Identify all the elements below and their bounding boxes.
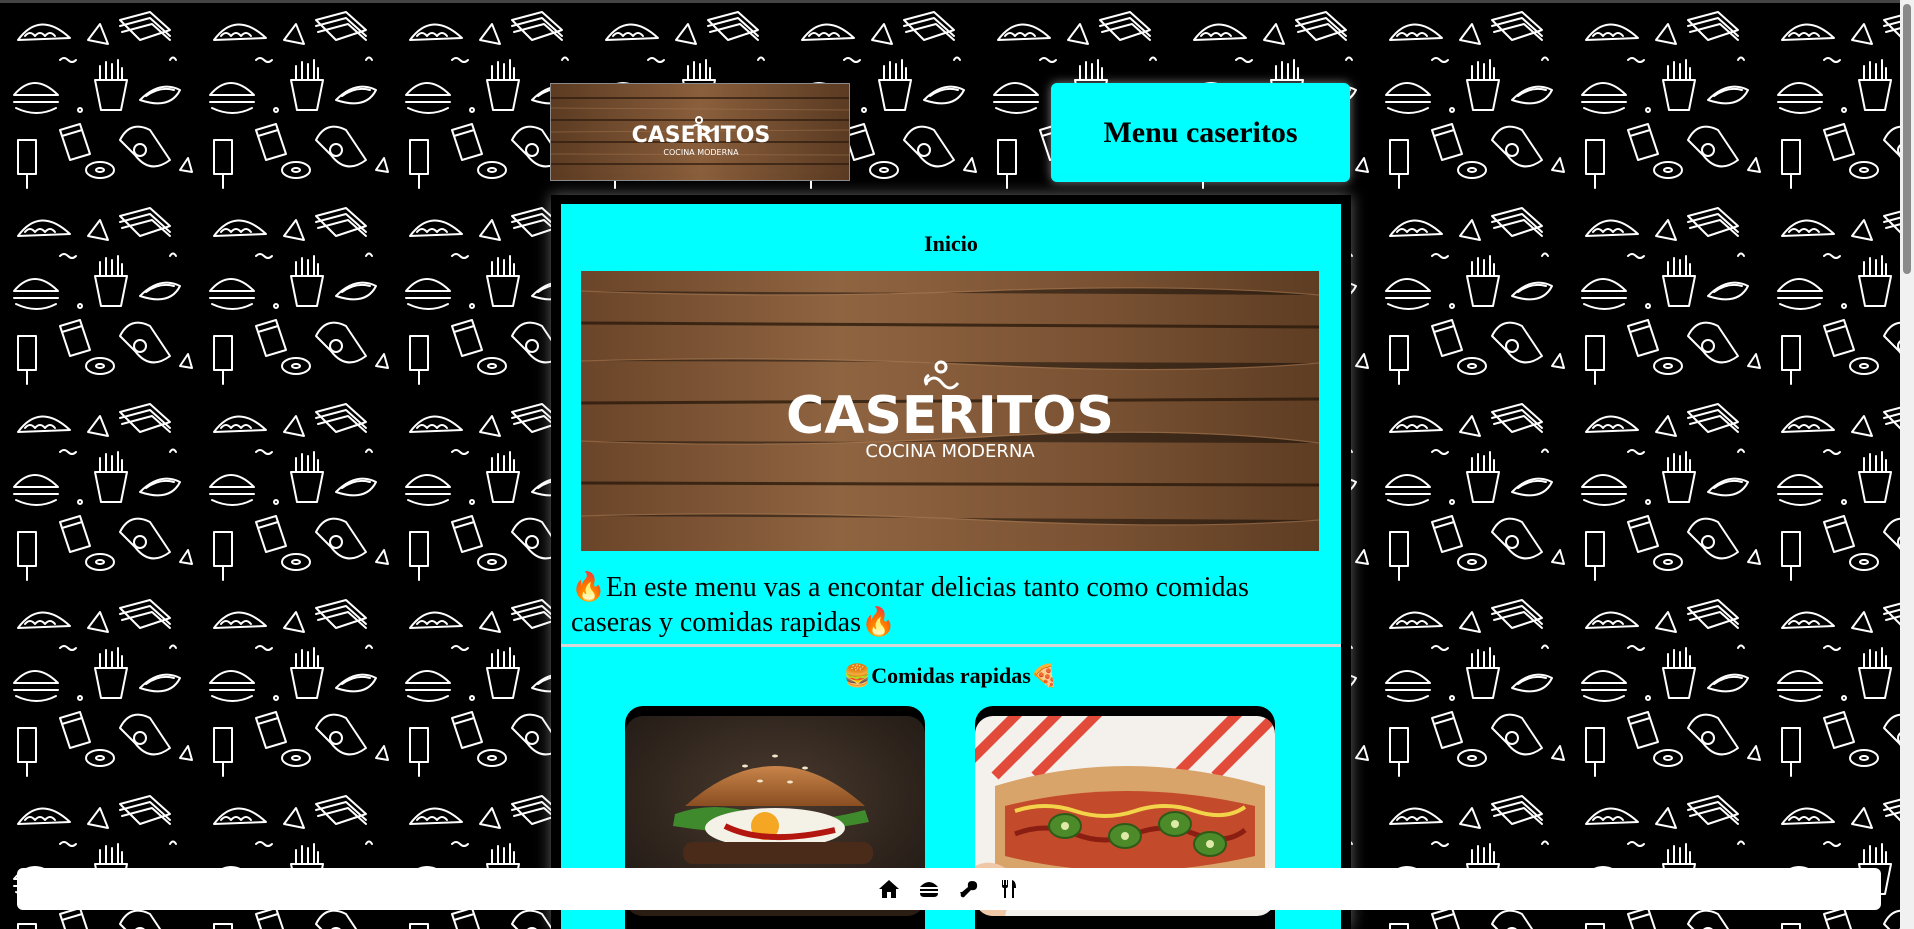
inicio-section: Inicio CASERITOS COCINA MODERNA 🔥En este… xyxy=(561,204,1341,644)
inicio-description: 🔥En este menu vas a encontar delicias ta… xyxy=(571,572,1249,638)
home-icon[interactable] xyxy=(874,874,904,904)
banner-brand-text: CASERITOS xyxy=(786,386,1114,446)
scrollbar-thumb[interactable] xyxy=(1903,4,1911,274)
header-title-box: Menu caseritos xyxy=(1051,83,1350,182)
header-logo[interactable]: CASERITOS COCINA MODERNA xyxy=(550,83,850,181)
logo-tagline-text: COCINA MODERNA xyxy=(663,148,739,157)
comidas-rapidas-title: 🍔Comidas rapidas🍕 xyxy=(843,663,1059,688)
window-top-edge xyxy=(0,0,1914,3)
vertical-scrollbar[interactable] xyxy=(1900,0,1914,929)
drumstick-icon[interactable] xyxy=(954,874,984,904)
banner-tagline-text: COCINA MODERNA xyxy=(865,441,1035,462)
inicio-title: Inicio xyxy=(924,231,978,256)
logo-brand-text: CASERITOS xyxy=(632,123,771,148)
wood-logo-image: CASERITOS COCINA MODERNA xyxy=(551,84,849,180)
inicio-banner-image: CASERITOS COCINA MODERNA xyxy=(581,271,1319,551)
main-panel: Inicio CASERITOS COCINA MODERNA 🔥En este… xyxy=(551,195,1351,929)
utensils-icon[interactable] xyxy=(994,874,1024,904)
page-title: Menu caseritos xyxy=(1103,115,1298,149)
bottom-nav xyxy=(17,868,1881,910)
burger-icon[interactable] xyxy=(914,874,944,904)
